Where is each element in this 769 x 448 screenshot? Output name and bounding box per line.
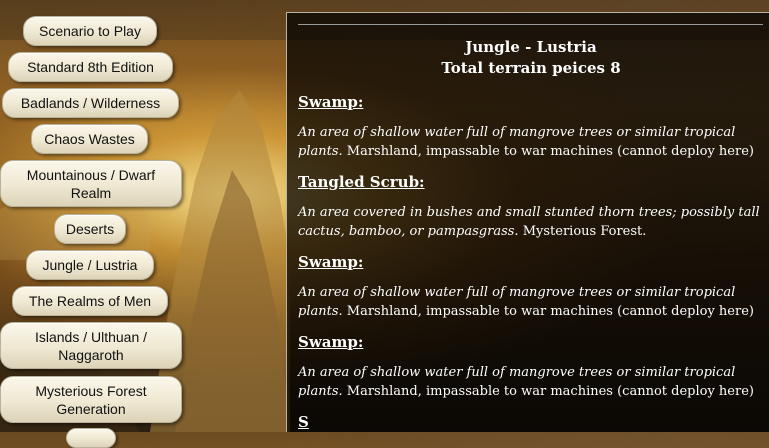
terrain-nav: Scenario to Play Standard 8th Edition Ba… [0,0,290,448]
nav-button-mountainous[interactable]: Mountainous / Dwarf Realm [0,160,182,207]
nav-button-chaos-wastes[interactable]: Chaos Wastes [31,124,148,154]
nav-button-badlands[interactable]: Badlands / Wilderness [2,88,179,118]
terrain-desc-plain: Mysterious Forest. [522,224,647,239]
terrain-description: An area of shallow water full of mangrov… [298,283,764,321]
terrain-desc-plain: Marshland, impassable to war machines (c… [346,384,754,399]
terrain-name: Swamp: [298,93,364,111]
content-panel: Jungle - Lustria Total terrain peices 8 … [286,12,769,432]
terrain-description: An area of shallow water full of mangrov… [298,123,764,161]
nav-button-deserts[interactable]: Deserts [54,214,126,244]
page-subheading: Total terrain peices 8 [441,59,621,77]
terrain-desc-plain: Marshland, impassable to war machines (c… [346,304,754,319]
terrain-description: An area covered in bushes and small stun… [298,203,764,241]
nav-button-scenario[interactable]: Scenario to Play [23,16,157,46]
terrain-entry: Tangled Scrub: An area covered in bushes… [298,173,764,241]
terrain-description: An area of shallow water full of mangrov… [298,363,764,401]
nav-button-partial[interactable] [66,428,116,448]
nav-button-jungle-lustria[interactable]: Jungle / Lustria [26,250,154,280]
terrain-name: S [298,413,309,431]
nav-button-islands[interactable]: Islands / Ulthuan / Naggaroth [0,322,182,369]
nav-button-standard-8th[interactable]: Standard 8th Edition [8,52,173,82]
terrain-entry: Swamp: An area of shallow water full of … [298,253,764,321]
terrain-entry: Swamp: An area of shallow water full of … [298,93,764,161]
divider [298,24,763,25]
terrain-name: Tangled Scrub: [298,173,425,191]
page-heading: Jungle - Lustria [465,38,597,56]
terrain-entry: Swamp: An area of shallow water full of … [298,333,764,401]
page-title: Jungle - Lustria Total terrain peices 8 [298,37,764,79]
terrain-desc-plain: Marshland, impassable to war machines (c… [346,144,754,159]
terrain-entry: S [298,413,764,431]
terrain-name: Swamp: [298,333,364,351]
nav-button-mysterious-forest[interactable]: Mysterious Forest Generation [0,376,182,423]
nav-button-realms-of-men[interactable]: The Realms of Men [12,286,168,316]
terrain-name: Swamp: [298,253,364,271]
